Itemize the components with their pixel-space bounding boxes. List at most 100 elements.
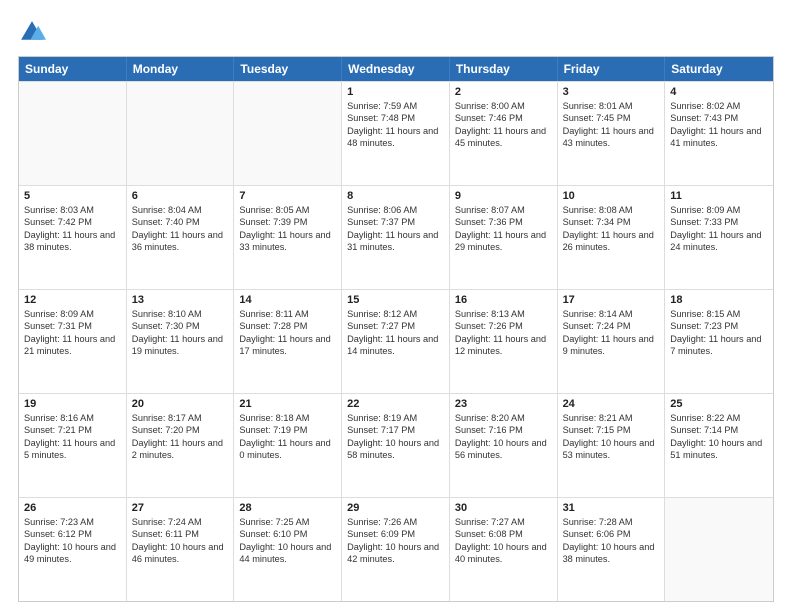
logo-icon [18,18,46,46]
day-cell-20: 20Sunrise: 8:17 AMSunset: 7:20 PMDayligh… [127,394,235,497]
sunrise-text: Sunrise: 8:03 AM [24,204,121,216]
daylight-text: Daylight: 11 hours and 9 minutes. [563,333,660,358]
sunrise-text: Sunrise: 8:09 AM [24,308,121,320]
sunset-text: Sunset: 7:23 PM [670,320,768,332]
sunrise-text: Sunrise: 8:20 AM [455,412,552,424]
day-number: 30 [455,502,552,514]
day-number: 15 [347,294,444,306]
daylight-text: Daylight: 11 hours and 0 minutes. [239,437,336,462]
day-cell-21: 21Sunrise: 8:18 AMSunset: 7:19 PMDayligh… [234,394,342,497]
sunrise-text: Sunrise: 7:26 AM [347,516,444,528]
sunrise-text: Sunrise: 8:06 AM [347,204,444,216]
day-number: 1 [347,86,444,98]
daylight-text: Daylight: 11 hours and 12 minutes. [455,333,552,358]
page: SundayMondayTuesdayWednesdayThursdayFrid… [0,0,792,612]
sunrise-text: Sunrise: 8:04 AM [132,204,229,216]
empty-cell [19,82,127,185]
sunrise-text: Sunrise: 8:19 AM [347,412,444,424]
sunset-text: Sunset: 7:37 PM [347,216,444,228]
day-number: 10 [563,190,660,202]
day-number: 14 [239,294,336,306]
day-number: 11 [670,190,768,202]
sunrise-text: Sunrise: 8:14 AM [563,308,660,320]
sunrise-text: Sunrise: 8:02 AM [670,100,768,112]
sunrise-text: Sunrise: 8:01 AM [563,100,660,112]
day-number: 13 [132,294,229,306]
sunset-text: Sunset: 6:12 PM [24,528,121,540]
daylight-text: Daylight: 11 hours and 17 minutes. [239,333,336,358]
daylight-text: Daylight: 11 hours and 33 minutes. [239,229,336,254]
sunrise-text: Sunrise: 8:12 AM [347,308,444,320]
sunrise-text: Sunrise: 8:00 AM [455,100,552,112]
day-cell-4: 4Sunrise: 8:02 AMSunset: 7:43 PMDaylight… [665,82,773,185]
sunrise-text: Sunrise: 8:13 AM [455,308,552,320]
daylight-text: Daylight: 11 hours and 19 minutes. [132,333,229,358]
daylight-text: Daylight: 10 hours and 40 minutes. [455,541,552,566]
day-number: 20 [132,398,229,410]
sunrise-text: Sunrise: 8:08 AM [563,204,660,216]
day-number: 5 [24,190,121,202]
sunset-text: Sunset: 6:09 PM [347,528,444,540]
sunset-text: Sunset: 7:42 PM [24,216,121,228]
sunset-text: Sunset: 6:06 PM [563,528,660,540]
sunset-text: Sunset: 7:39 PM [239,216,336,228]
day-cell-10: 10Sunrise: 8:08 AMSunset: 7:34 PMDayligh… [558,186,666,289]
sunset-text: Sunset: 7:27 PM [347,320,444,332]
sunrise-text: Sunrise: 8:05 AM [239,204,336,216]
header-day-thursday: Thursday [450,57,558,81]
day-cell-27: 27Sunrise: 7:24 AMSunset: 6:11 PMDayligh… [127,498,235,601]
day-number: 19 [24,398,121,410]
sunrise-text: Sunrise: 8:16 AM [24,412,121,424]
week-row-2: 5Sunrise: 8:03 AMSunset: 7:42 PMDaylight… [19,185,773,289]
day-cell-19: 19Sunrise: 8:16 AMSunset: 7:21 PMDayligh… [19,394,127,497]
sunset-text: Sunset: 6:08 PM [455,528,552,540]
daylight-text: Daylight: 11 hours and 14 minutes. [347,333,444,358]
sunset-text: Sunset: 7:28 PM [239,320,336,332]
day-cell-23: 23Sunrise: 8:20 AMSunset: 7:16 PMDayligh… [450,394,558,497]
sunset-text: Sunset: 7:40 PM [132,216,229,228]
sunset-text: Sunset: 7:16 PM [455,424,552,436]
sunrise-text: Sunrise: 7:24 AM [132,516,229,528]
sunset-text: Sunset: 7:26 PM [455,320,552,332]
sunset-text: Sunset: 6:10 PM [239,528,336,540]
day-cell-9: 9Sunrise: 8:07 AMSunset: 7:36 PMDaylight… [450,186,558,289]
day-number: 26 [24,502,121,514]
day-cell-5: 5 Sunrise: 8:03 AMSunset: 7:42 PMDaylight… [19,186,127,289]
header-day-tuesday: Tuesday [234,57,342,81]
sunrise-text: Sunrise: 8:11 AM [239,308,336,320]
sunrise-text: Sunrise: 8:18 AM [239,412,336,424]
daylight-text: Daylight: 10 hours and 49 minutes. [24,541,121,566]
sunrise-text: Sunrise: 8:22 AM [670,412,768,424]
header [18,18,774,46]
day-cell-24: 24Sunrise: 8:21 AMSunset: 7:15 PMDayligh… [558,394,666,497]
daylight-text: Daylight: 11 hours and 43 minutes. [563,125,660,150]
sunrise-text: Sunrise: 7:23 AM [24,516,121,528]
day-number: 23 [455,398,552,410]
daylight-text: Daylight: 11 hours and 2 minutes. [132,437,229,462]
sunset-text: Sunset: 7:19 PM [239,424,336,436]
sunrise-text: Sunrise: 8:07 AM [455,204,552,216]
daylight-text: Daylight: 10 hours and 44 minutes. [239,541,336,566]
daylight-text: Daylight: 11 hours and 36 minutes. [132,229,229,254]
day-cell-26: 26 Sunrise: 7:23 AMSunset: 6:12 PMDayligh… [19,498,127,601]
day-cell-13: 13Sunrise: 8:10 AMSunset: 7:30 PMDayligh… [127,290,235,393]
daylight-text: Daylight: 11 hours and 38 minutes. [24,229,121,254]
sunset-text: Sunset: 6:11 PM [132,528,229,540]
day-cell-2: 2Sunrise: 8:00 AMSunset: 7:46 PMDaylight… [450,82,558,185]
daylight-text: Daylight: 10 hours and 51 minutes. [670,437,768,462]
day-number: 25 [670,398,768,410]
daylight-text: Daylight: 11 hours and 21 minutes. [24,333,121,358]
empty-cell [234,82,342,185]
sunset-text: Sunset: 7:15 PM [563,424,660,436]
day-number: 22 [347,398,444,410]
logo [18,18,50,46]
sunrise-text: Sunrise: 7:28 AM [563,516,660,528]
day-number: 6 [132,190,229,202]
daylight-text: Daylight: 11 hours and 48 minutes. [347,125,444,150]
sunrise-text: Sunrise: 8:17 AM [132,412,229,424]
sunset-text: Sunset: 7:45 PM [563,112,660,124]
day-number: 27 [132,502,229,514]
day-number: 18 [670,294,768,306]
day-number: 16 [455,294,552,306]
daylight-text: Daylight: 11 hours and 24 minutes. [670,229,768,254]
